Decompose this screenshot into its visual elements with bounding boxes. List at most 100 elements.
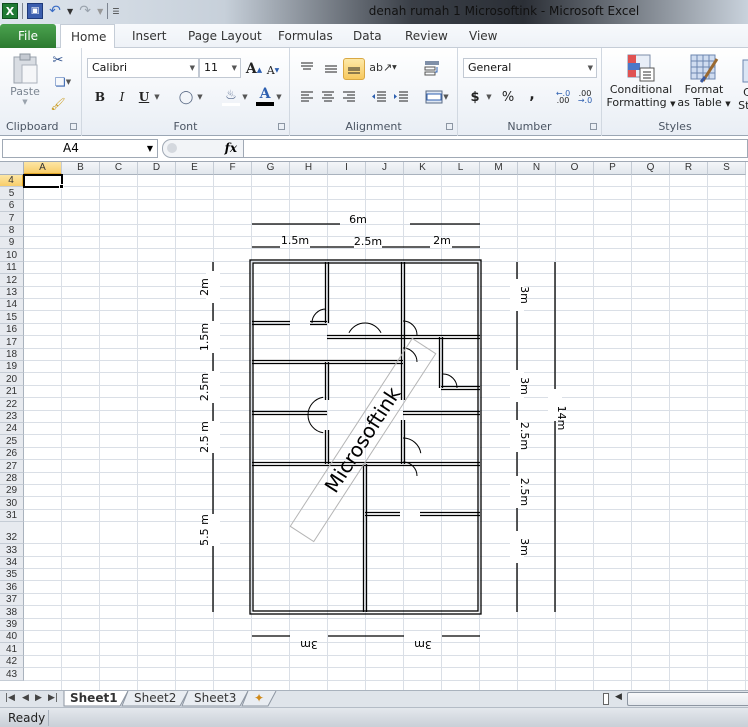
paste-label: Paste	[10, 84, 40, 98]
window-title: denah rumah 1 Microsoftink - Microsoft E…	[368, 4, 640, 18]
alignment-group-label: Alignment	[345, 120, 402, 133]
borders-dropdown-icon[interactable]: ▼	[195, 88, 205, 106]
percent-button[interactable]: %	[500, 88, 516, 106]
dimension-label-left-3: 2.5m	[198, 373, 211, 401]
align-left-icon[interactable]	[298, 88, 316, 106]
tab-split-handle[interactable]	[603, 693, 609, 705]
first-sheet-icon[interactable]: |◀	[5, 693, 15, 703]
tab-page-layout[interactable]: Page Layout	[178, 24, 272, 48]
formula-bar: A4 ▼ fx	[0, 136, 748, 162]
dimension-label-left-5: 5.5 m	[198, 514, 211, 546]
alignment-launcher-icon[interactable]	[446, 123, 453, 130]
sheet-tab-sheet3[interactable]: Sheet3	[194, 691, 236, 707]
font-color-dropdown-icon[interactable]: ▼	[274, 88, 284, 106]
prev-sheet-icon[interactable]: ◀	[22, 693, 29, 703]
decrease-indent-icon[interactable]	[370, 88, 388, 106]
insert-function-button[interactable]: fx	[225, 141, 237, 155]
scroll-thumb[interactable]	[627, 692, 748, 706]
copy-dropdown-icon: ▼	[65, 78, 72, 86]
format-painter-icon[interactable]: 🖌	[50, 96, 66, 112]
formula-input[interactable]	[244, 139, 748, 158]
number-format-combo[interactable]: General ▼	[463, 58, 597, 78]
expand-handle-icon[interactable]	[167, 143, 177, 153]
number-group: General ▼ $ ▼ % , ←.0.00 .00 →.0 Number	[458, 48, 602, 136]
sheet-tab-sheet2[interactable]: Sheet2	[134, 691, 176, 707]
decrease-decimal-button[interactable]: .00 →.0	[576, 88, 594, 106]
number-launcher-icon[interactable]	[590, 123, 597, 130]
borders-icon[interactable]: ◯	[177, 88, 195, 106]
name-box-value: A4	[63, 141, 79, 155]
orientation-icon[interactable]: ab↗ ▼	[369, 58, 397, 76]
cell-styles-button[interactable]: C Sty	[732, 52, 748, 112]
paste-dropdown-icon: ▼	[22, 97, 28, 106]
format-as-table-button[interactable]: Format as Table ▼	[676, 52, 732, 112]
font-size-combo[interactable]: 11 ▼	[199, 58, 241, 78]
sheet-tab-sheet1[interactable]: Sheet1	[70, 691, 118, 707]
tab-view[interactable]: View	[459, 24, 507, 48]
paste-button[interactable]: Paste ▼	[8, 52, 42, 106]
status-bar: Ready	[0, 707, 748, 727]
dimension-label-bottom-2: 3m	[414, 638, 432, 651]
currency-dropdown-icon[interactable]: ▼	[484, 88, 494, 106]
align-top-icon[interactable]	[298, 58, 316, 76]
dimension-label-top-1: 1.5m	[281, 234, 309, 247]
align-bottom-icon[interactable]	[343, 58, 365, 80]
align-right-icon[interactable]	[340, 88, 358, 106]
italic-button[interactable]: I	[114, 88, 130, 106]
shrink-font-icon[interactable]: A ▼	[265, 62, 281, 78]
scroll-left-icon[interactable]: ◀	[615, 692, 622, 702]
conditional-formatting-button[interactable]: Conditional Formatting ▼	[606, 52, 676, 112]
tab-home[interactable]: Home	[60, 24, 115, 49]
increase-decimal-button[interactable]: ←.0.00	[554, 88, 572, 106]
bold-button[interactable]: B	[92, 88, 108, 106]
fill-handle[interactable]	[59, 184, 64, 189]
grow-font-icon[interactable]: A ▲	[245, 60, 263, 78]
watermark-text: Microsoftink	[320, 382, 406, 497]
underline-button[interactable]: U	[136, 88, 152, 106]
copy-button[interactable]: ❏ ▼	[50, 74, 76, 90]
merge-center-icon	[425, 90, 443, 104]
dimension-label-right-4: 2.5m	[518, 478, 531, 506]
door-swing-arc	[402, 461, 418, 477]
wrap-text-icon[interactable]	[422, 58, 442, 78]
selected-cell-outline	[23, 174, 63, 188]
chevron-down-icon: ▼	[189, 64, 195, 72]
tab-data[interactable]: Data	[343, 24, 392, 48]
conditional-formatting-icon	[627, 54, 655, 82]
cell-styles-icon	[742, 59, 748, 83]
status-divider	[48, 710, 49, 726]
worksheet-grid[interactable]: ABCDEFGHIJKLMNOPQRS 4 5 6 7 8 9 10 11 12 13 14 15 16…	[0, 162, 748, 690]
tab-file[interactable]: File	[0, 24, 56, 48]
dimension-label-right-3: 2.5m	[518, 422, 531, 450]
font-launcher-icon[interactable]	[278, 123, 285, 130]
merge-center-button[interactable]: ▼	[422, 88, 452, 106]
underline-dropdown-icon[interactable]: ▼	[152, 88, 162, 106]
tab-review[interactable]: Review	[395, 24, 458, 48]
align-center-icon[interactable]	[319, 88, 337, 106]
currency-button[interactable]: $	[468, 88, 482, 106]
horizontal-scrollbar[interactable]: ◀	[603, 692, 748, 706]
title-bar: X ▣ ↶ ▼ ↷ ▼ ☰ denah rumah 1 Microsoftink…	[0, 0, 748, 24]
font-name-value: Calibri	[92, 61, 128, 74]
styles-group: Conditional Formatting ▼ Format as Table…	[602, 48, 748, 136]
clipboard-launcher-icon[interactable]	[70, 123, 77, 130]
last-sheet-icon[interactable]: ▶|	[48, 693, 58, 703]
align-middle-icon[interactable]	[322, 60, 340, 78]
fill-color-dropdown-icon[interactable]: ▼	[240, 88, 250, 106]
chevron-down-icon: ▼	[443, 93, 449, 101]
insert-sheet-icon[interactable]: ✦	[254, 691, 264, 707]
comma-button[interactable]: ,	[526, 86, 538, 104]
dimension-label-left-1: 2m	[198, 278, 211, 296]
dimension-label-right-5: 3m	[518, 538, 531, 556]
tab-formulas[interactable]: Formulas	[268, 24, 343, 48]
cut-icon[interactable]: ✂	[50, 52, 66, 68]
ribbon: Paste ▼ ✂ ❏ ▼ 🖌 Clipboard Calibri ▼ 11 ▼ A ▲…	[0, 48, 748, 136]
next-sheet-icon[interactable]: ▶	[35, 693, 42, 703]
dimension-label-top-3: 2m	[433, 234, 451, 247]
tab-insert[interactable]: Insert	[122, 24, 176, 48]
font-name-combo[interactable]: Calibri ▼	[87, 58, 199, 78]
fill-color-icon[interactable]: ♨	[222, 88, 240, 106]
name-box[interactable]: A4 ▼	[2, 139, 158, 158]
increase-indent-icon[interactable]	[392, 88, 410, 106]
font-color-icon[interactable]: A	[256, 86, 274, 106]
